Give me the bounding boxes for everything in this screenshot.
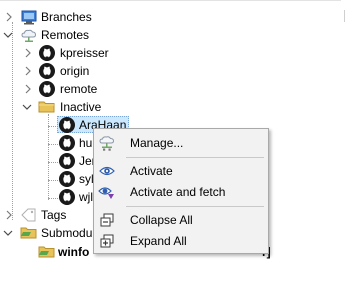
chevron-right-icon[interactable] [4,209,14,221]
top-divider [0,0,357,1]
menu-item-label: Activate and fetch [130,185,226,199]
folder-icon [38,243,56,261]
chevron-down-icon[interactable] [22,101,32,113]
menu-item-label: Activate [130,164,173,178]
tag-icon [20,206,38,224]
eye-fetch-icon [98,183,116,201]
expand-all-icon [98,232,116,250]
github-icon [38,80,56,98]
tree-node-label: Inactive [60,100,102,114]
github-icon [58,116,76,134]
chevron-right-icon[interactable] [23,47,33,59]
menu-separator [126,157,264,158]
menu-item-activate-and-fetch[interactable]: Activate and fetch [96,181,266,202]
menu-item-manage[interactable]: Manage... [96,132,266,153]
tree-node-label: origin [60,64,90,78]
tree-node-label: Tags [41,208,67,222]
chevron-down-icon[interactable] [3,29,13,41]
chevron-right-icon[interactable] [4,11,14,23]
scrollbar-divider [344,10,345,22]
vertical-scrollbar[interactable] [341,0,357,282]
context-menu: Manage... Activate Activate and fetch Co… [93,128,269,254]
menu-item-collapse-all[interactable]: Collapse All [96,209,266,230]
menu-item-activate[interactable]: Activate [96,160,266,181]
menu-item-label: Expand All [130,234,187,248]
menu-item-expand-all[interactable]: Expand All [96,230,266,251]
tree-node-remote-kpreisser[interactable]: kpreisser [0,44,357,62]
chevron-right-icon[interactable] [23,83,33,95]
chevron-down-icon[interactable] [3,227,13,239]
tree-node-label: Remotes [41,28,90,42]
tree-node-label: Branches [41,10,92,24]
tree-node-label: Submodu [41,226,93,240]
tree-node-branches[interactable]: Branches [0,8,357,26]
tree-node-remotes[interactable]: Remotes [0,26,357,44]
tree-node-remote-origin[interactable]: origin [0,62,357,80]
eye-icon [98,162,116,180]
menu-item-label: Collapse All [130,213,193,227]
github-icon [58,134,76,152]
github-icon [58,152,76,170]
folder-icon [38,98,56,116]
tree-node-label: wjl [79,190,93,204]
menu-item-label: Manage... [130,136,184,150]
github-icon [58,188,76,206]
tree-node-label: kpreisser [60,46,109,60]
github-icon [58,170,76,188]
branches-icon [20,8,38,26]
chevron-right-icon[interactable] [23,65,33,77]
tree-node-label: hu [79,136,93,150]
tree-node-label: remote [60,82,98,96]
manage-remotes-icon [98,134,116,152]
tree-node-label: winfo [58,245,90,259]
cloud-icon [20,26,38,44]
tree-node-remote-remote[interactable]: remote [0,80,357,98]
tree-node-label: syl [79,172,94,186]
github-icon [38,44,56,62]
collapse-all-icon [98,211,116,229]
folder-icon [20,224,38,242]
github-icon [38,62,56,80]
menu-separator [126,206,264,207]
tree-node-inactive[interactable]: Inactive [0,98,357,116]
